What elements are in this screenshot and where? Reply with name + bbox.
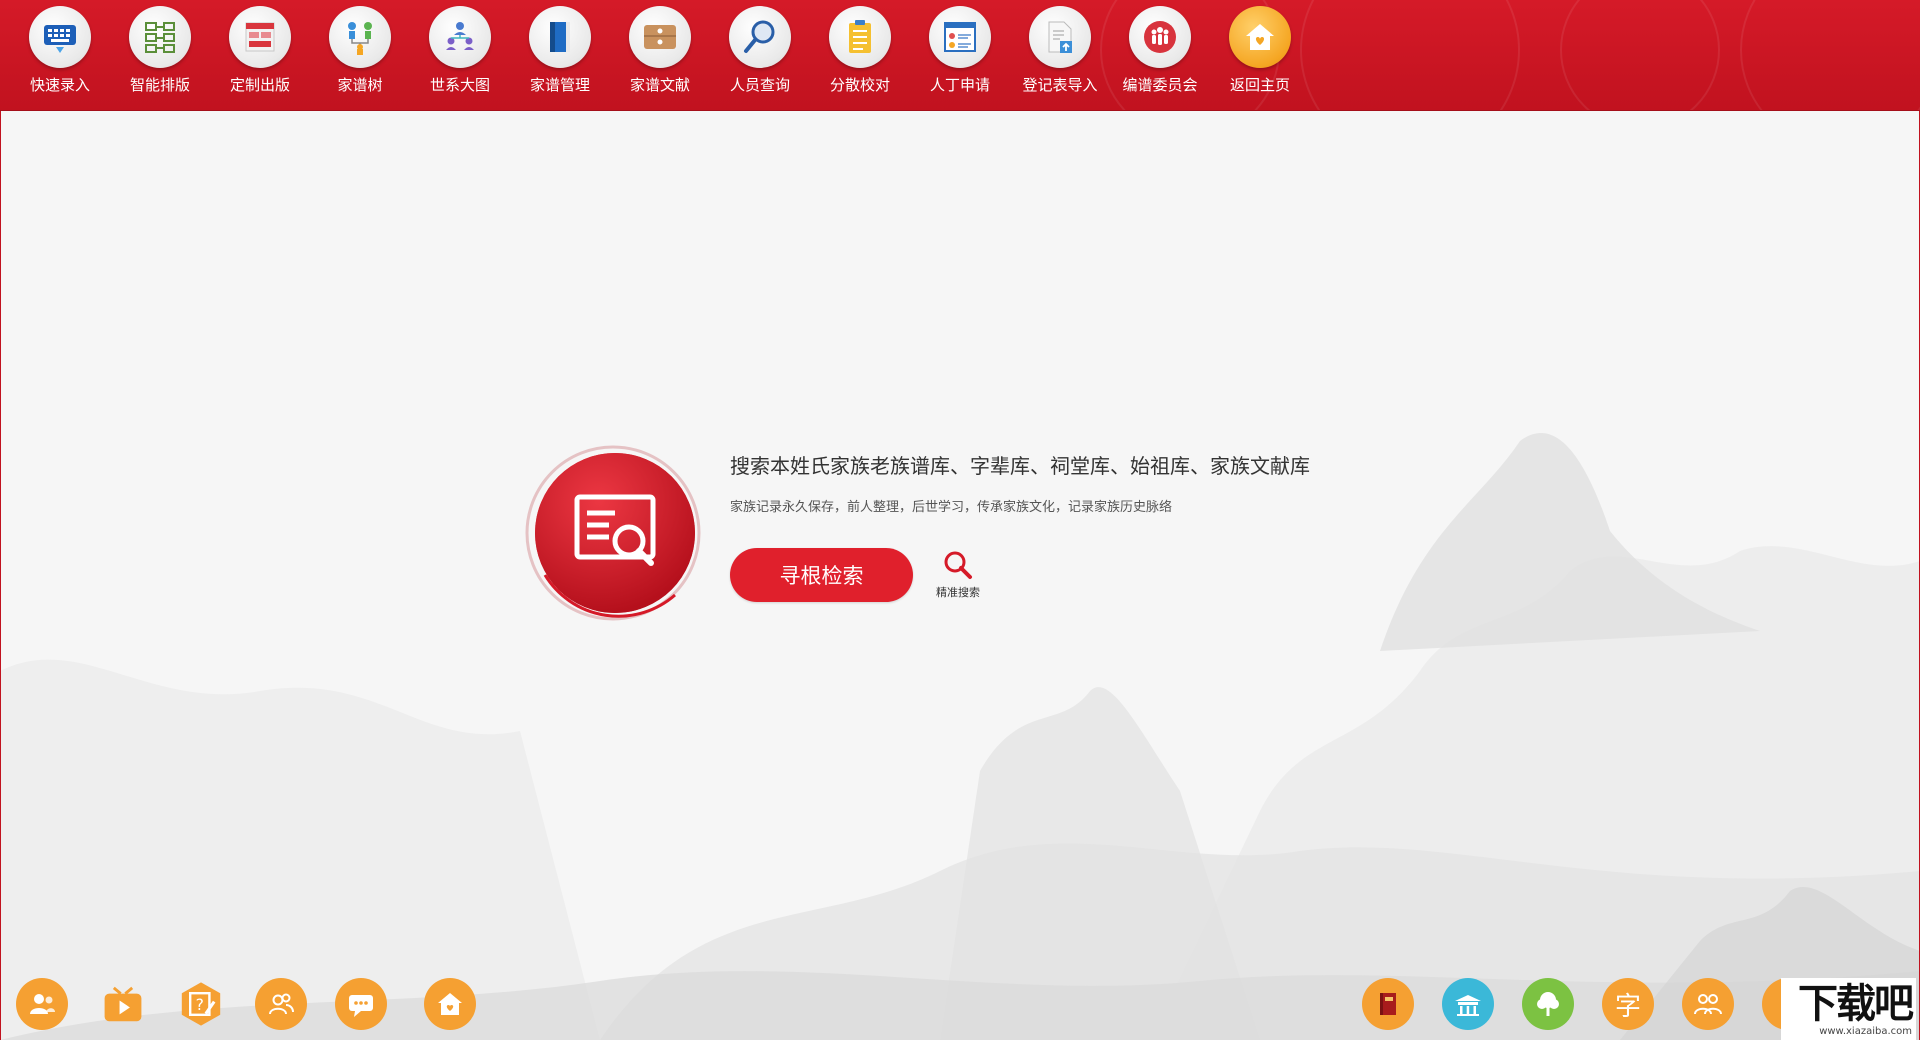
import-document-icon (1029, 6, 1091, 68)
ornament (1560, 0, 1720, 110)
precise-search-button[interactable]: 精准搜索 (928, 548, 988, 602)
search-headline: 搜索本姓氏家族老族谱库、字辈库、祠堂库、始祖库、家族文献库 (730, 454, 1310, 478)
root-search-button[interactable]: 寻根检索 (730, 548, 913, 602)
committee-icon (1129, 6, 1191, 68)
character-icon[interactable]: 字 (1602, 978, 1654, 1030)
layout-icon (129, 6, 191, 68)
toolbar-lineage-chart[interactable]: 世系大图 (410, 6, 510, 106)
question-edit-icon[interactable]: ? (175, 978, 227, 1030)
toolbar-custom-publish[interactable]: 定制出版 (210, 6, 310, 106)
precise-search-label: 精准搜索 (936, 586, 980, 599)
toolbar-genealogy-documents[interactable]: 家谱文献 (610, 6, 710, 106)
home-heart-icon[interactable] (424, 978, 476, 1030)
toolbar-label: 编谱委员会 (1122, 76, 1198, 94)
group-icon[interactable] (255, 978, 307, 1030)
toolbar-label: 快速录入 (29, 76, 90, 94)
users-icon[interactable] (16, 978, 68, 1030)
toolbar-label: 家谱树 (337, 76, 383, 94)
toolbar-editorial-committee[interactable]: 编谱委员会 (1110, 6, 1210, 106)
publish-icon (229, 6, 291, 68)
toolbar-label: 智能排版 (129, 76, 190, 94)
window-border-left (0, 111, 1, 1040)
toolbar-genealogy-management[interactable]: 家谱管理 (510, 6, 610, 106)
search-icon (944, 551, 972, 579)
toolbar-label: 人员查询 (729, 76, 790, 94)
watermark-url: www.xiazaiba.com (1819, 1025, 1912, 1037)
svg-text:?: ? (196, 996, 204, 1014)
keyboard-icon (29, 6, 91, 68)
toolbar-quick-entry[interactable]: 快速录入 (10, 6, 110, 106)
toolbar-label: 世系大图 (429, 76, 490, 94)
toolbar-label: 家谱管理 (529, 76, 590, 94)
ancestral-hall-icon[interactable] (1442, 978, 1494, 1030)
archive-icon (629, 6, 691, 68)
toolbar-return-home[interactable]: 返回主页 (1210, 6, 1310, 106)
tree-icon[interactable] (1522, 978, 1574, 1030)
toolbar-label: 定制出版 (229, 76, 290, 94)
book-icon[interactable] (1362, 978, 1414, 1030)
home-icon (1229, 6, 1291, 68)
toolbar-label: 分散校对 (829, 76, 890, 94)
checklist-icon (829, 6, 891, 68)
ornament (1740, 0, 1920, 110)
watermark-logo-text: 下载吧 (1798, 980, 1914, 1027)
character-label: 字 (1614, 991, 1641, 1022)
message-icon[interactable] (335, 978, 387, 1030)
toolbar-label: 人丁申请 (929, 76, 990, 94)
magnifier-icon (729, 6, 791, 68)
ornament (1300, 0, 1520, 110)
toolbar-distributed-proofreading[interactable]: 分散校对 (810, 6, 910, 106)
application-form-icon (929, 6, 991, 68)
toolbar-family-tree[interactable]: 家谱树 (310, 6, 410, 106)
site-watermark: 下载吧 www.xiazaiba.com (1781, 978, 1916, 1040)
top-toolbar: 快速录入 智能排版 定制出版 家谱树 世系大图 家谱管理 家谱文献 人员查询 分… (0, 0, 1920, 111)
toolbar-label: 登记表导入 (1022, 76, 1098, 94)
toolbar-label: 家谱文献 (629, 76, 690, 94)
people-icon[interactable] (1682, 978, 1734, 1030)
search-subline: 家族记录永久保存，前人整理，后世学习，传承家族文化，记录家族历史脉络 (730, 500, 1173, 515)
lineage-chart-icon (429, 6, 491, 68)
book-icon (529, 6, 591, 68)
toolbar-member-application[interactable]: 人丁申请 (910, 6, 1010, 106)
family-tree-icon (329, 6, 391, 68)
toolbar-items: 快速录入 智能排版 定制出版 家谱树 世系大图 家谱管理 家谱文献 人员查询 分… (10, 6, 1310, 106)
toolbar-smart-layout[interactable]: 智能排版 (110, 6, 210, 106)
toolbar-register-import[interactable]: 登记表导入 (1010, 6, 1110, 106)
toolbar-person-query[interactable]: 人员查询 (710, 6, 810, 106)
search-emblem-icon (525, 445, 701, 621)
video-play-icon[interactable] (97, 978, 149, 1030)
toolbar-label: 返回主页 (1229, 76, 1290, 94)
